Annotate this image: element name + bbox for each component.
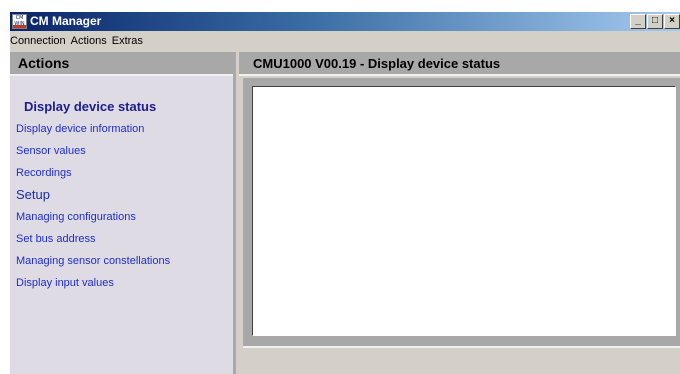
menu-actions[interactable]: Actions (71, 33, 112, 49)
app-icon[interactable]: CM WIN (12, 14, 27, 29)
maximize-button[interactable]: □ (647, 14, 663, 29)
main-panel-header: CMU1000 V00.19 - Display device status (239, 52, 680, 76)
nav-setup[interactable]: Setup (16, 184, 226, 206)
minimize-button[interactable]: _ (630, 14, 646, 29)
close-button[interactable]: × (664, 14, 680, 29)
nav-recordings[interactable]: Recordings (16, 162, 226, 184)
app-window: CM WIN CM Manager _ □ × Connection Actio… (10, 12, 680, 374)
title-bar[interactable]: CM WIN CM Manager _ □ × (10, 12, 680, 31)
status-strip (243, 346, 680, 374)
nav-sensor-values[interactable]: Sensor values (16, 140, 226, 162)
nav-display-input-values[interactable]: Display input values (16, 272, 226, 294)
main-panel: CMU1000 V00.19 - Display device status (239, 52, 680, 374)
window-title: CM Manager (30, 14, 102, 28)
actions-panel-title: Actions (18, 55, 70, 71)
nav-display-device-information[interactable]: Display device information (16, 118, 226, 140)
device-status-view[interactable] (252, 86, 676, 336)
menu-connection[interactable]: Connection (10, 33, 71, 49)
nav-managing-configurations[interactable]: Managing configurations (16, 206, 226, 228)
content-frame (243, 78, 680, 346)
window-controls: _ □ × (629, 14, 680, 29)
menu-extras[interactable]: Extras (112, 33, 148, 49)
actions-panel-header: Actions (10, 52, 233, 76)
nav-set-bus-address[interactable]: Set bus address (16, 228, 226, 250)
actions-list: Display device status Display device inf… (16, 99, 226, 294)
actions-panel: Actions Display device status Display de… (10, 52, 236, 374)
nav-managing-sensor-constellations[interactable]: Managing sensor constellations (16, 250, 226, 272)
nav-display-device-status[interactable]: Display device status (16, 96, 226, 118)
menu-bar: Connection Actions Extras (10, 32, 680, 50)
app-icon-stripe (13, 25, 26, 28)
main-panel-title: CMU1000 V00.19 - Display device status (253, 56, 501, 71)
